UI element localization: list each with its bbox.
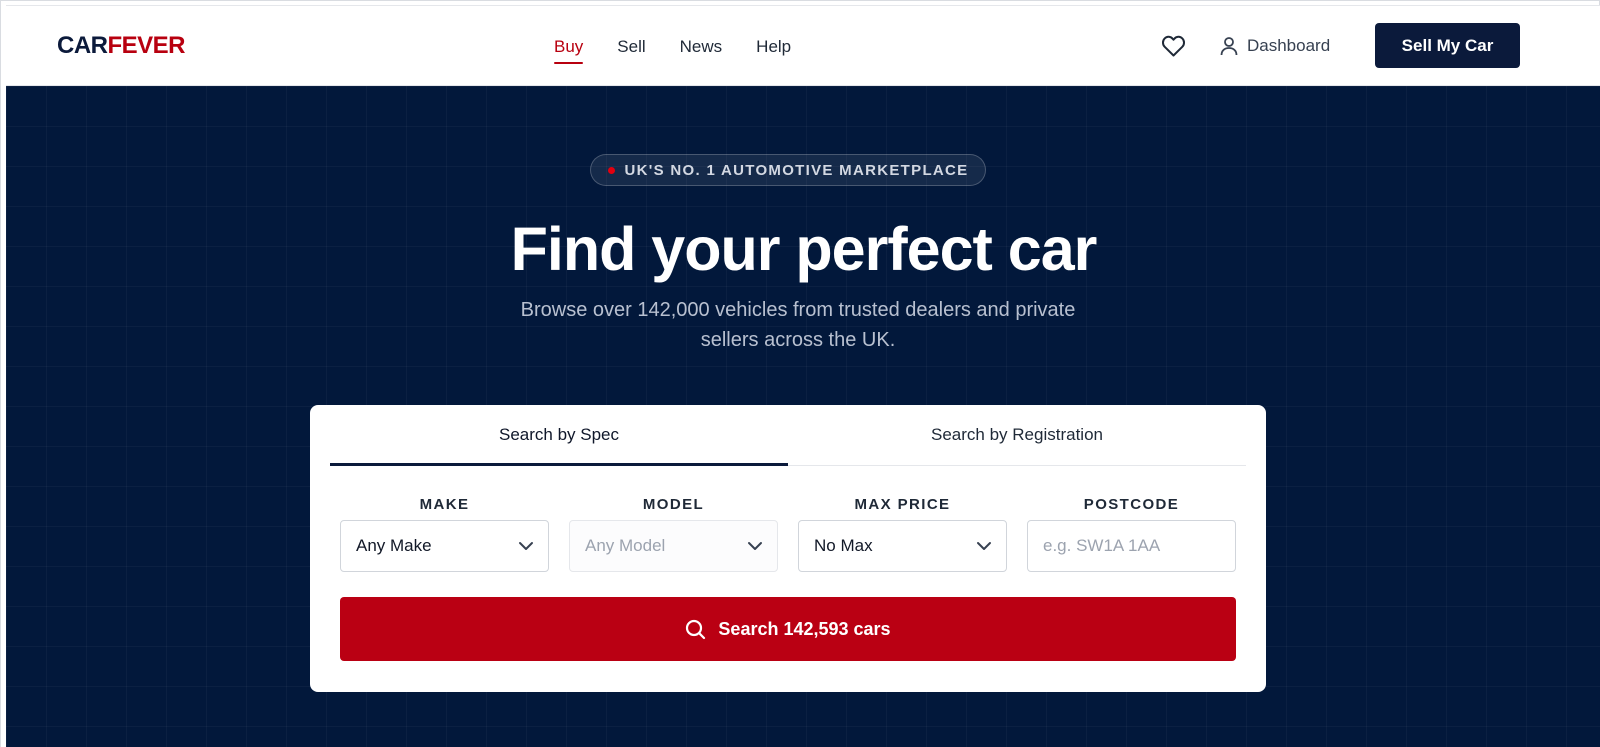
nav-help[interactable]: Help: [739, 6, 808, 87]
search-fields: MAKE Any Make MODEL Any Model MAX PRICE: [340, 494, 1236, 572]
dashboard-link[interactable]: Dashboard: [1220, 31, 1330, 61]
max-price-select[interactable]: No Max: [798, 520, 1007, 572]
hero-subtitle: Browse over 142,000 vehicles from truste…: [520, 299, 1076, 351]
search-card: Search by Spec Search by Registration MA…: [310, 405, 1266, 692]
nav-sell[interactable]: Sell: [600, 6, 662, 87]
sell-my-car-button[interactable]: Sell My Car: [1375, 23, 1520, 68]
dashboard-label: Dashboard: [1247, 36, 1331, 55]
search-cars-button[interactable]: Search 142,593 cars: [340, 597, 1236, 661]
hero-title: Find your perfect car: [510, 215, 1098, 283]
heart-icon: [1161, 35, 1185, 57]
max-price-label: MAX PRICE: [854, 496, 951, 513]
tab-search-by-registration[interactable]: Search by Registration: [788, 405, 1246, 465]
make-select[interactable]: Any Make: [340, 520, 549, 572]
main-nav: Buy Sell News Help: [537, 6, 808, 87]
search-button-label: Search 142,593 cars: [718, 618, 891, 639]
make-label: MAKE: [419, 496, 470, 513]
hero-section: UK'S NO. 1 AUTOMOTIVE MARKETPLACE Find y…: [6, 86, 1600, 747]
max-price-value: No Max: [814, 536, 873, 555]
user-icon: [1220, 37, 1238, 56]
chevron-down-icon: [519, 542, 533, 550]
badge-text: UK'S NO. 1 AUTOMOTIVE MARKETPLACE: [624, 161, 969, 179]
browser-frame: CARFEVER Buy Sell News Help Dashboard Se…: [0, 0, 1600, 747]
model-label: MODEL: [642, 496, 705, 513]
nav-news[interactable]: News: [663, 6, 740, 87]
chevron-down-icon: [748, 542, 762, 550]
nav-buy[interactable]: Buy: [537, 6, 600, 87]
postcode-label: POSTCODE: [1083, 496, 1180, 513]
logo-text-car: CAR: [57, 32, 108, 59]
postcode-input[interactable]: [1027, 520, 1236, 572]
carfever-logo[interactable]: CARFEVER: [57, 32, 186, 60]
favorites-button[interactable]: [1158, 31, 1188, 61]
model-field: MODEL Any Model: [569, 494, 778, 572]
tab-search-by-spec[interactable]: Search by Spec: [330, 405, 788, 466]
chevron-down-icon: [977, 542, 991, 550]
make-field: MAKE Any Make: [340, 494, 549, 572]
postcode-field: POSTCODE: [1027, 494, 1236, 572]
logo-text-fever: FEVER: [107, 32, 186, 59]
badge-dot: [607, 166, 615, 174]
make-value: Any Make: [356, 536, 432, 555]
model-value: Any Model: [585, 536, 666, 555]
search-icon: [686, 619, 706, 639]
search-tabs: Search by Spec Search by Registration: [330, 405, 1246, 466]
model-select[interactable]: Any Model: [569, 520, 778, 572]
marketplace-badge: UK'S NO. 1 AUTOMOTIVE MARKETPLACE: [590, 154, 986, 186]
max-price-field: MAX PRICE No Max: [798, 494, 1007, 572]
site-header: CARFEVER Buy Sell News Help Dashboard Se…: [6, 5, 1600, 86]
